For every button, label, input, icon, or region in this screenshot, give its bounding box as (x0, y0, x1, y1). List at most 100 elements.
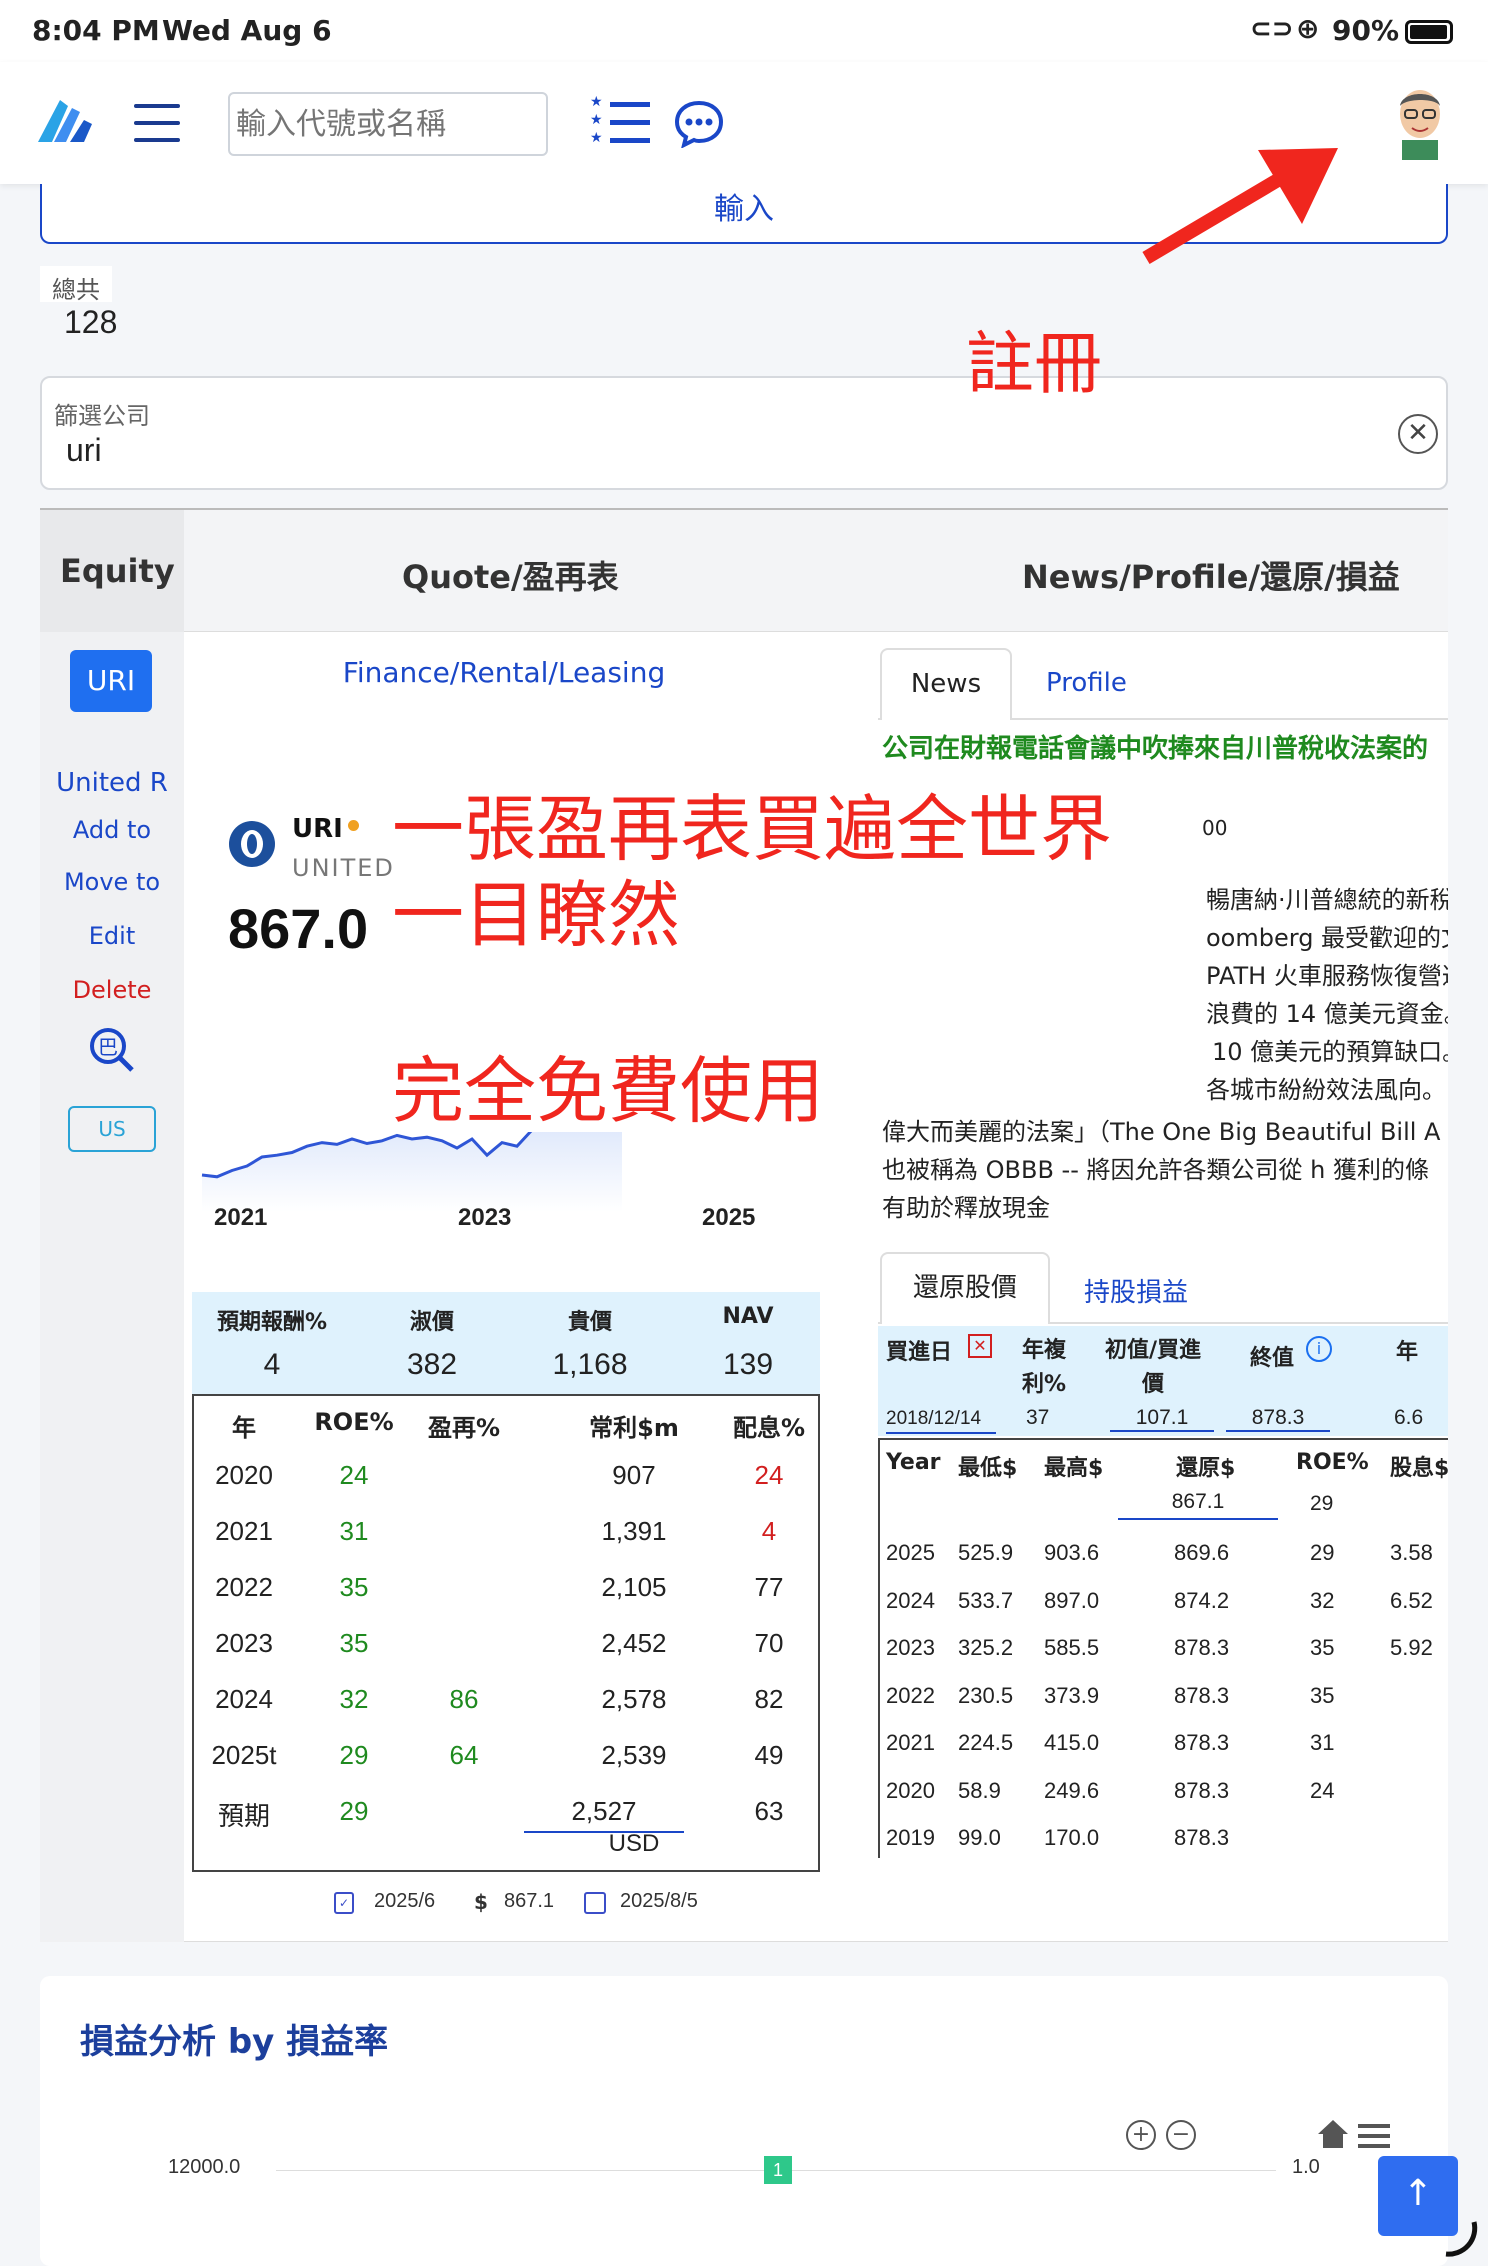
tab-news[interactable]: News (880, 648, 1012, 720)
buy-header: 年 (1396, 1340, 1419, 1365)
buy-header: 買進日 (886, 1340, 953, 1365)
register-annotation: 註冊 (966, 325, 1103, 404)
restore-table: Year 最低$ 最高$ 還原$ ROE% 股息$ 867.1 29 2025 5… (878, 1438, 1448, 1858)
info-icon[interactable]: i (1306, 1336, 1332, 1362)
pnl-y-left: 12000.0 (168, 2156, 241, 2178)
buy-price-input[interactable]: 107.1 (1110, 1406, 1214, 1432)
market-status-dot (348, 820, 359, 831)
user-avatar[interactable] (1392, 86, 1448, 160)
rotation-lock-icon: ⊕ (1296, 12, 1320, 45)
arrow-annotation-icon (1142, 148, 1338, 265)
news-line: 暢唐納·川普總統的新稅法 (1206, 886, 1448, 914)
filter-label: 篩選公司 (54, 402, 150, 430)
edit-link[interactable]: Edit (40, 922, 184, 950)
clear-filter-icon[interactable]: ✕ (1398, 414, 1438, 454)
quote-date: 2025/8/5 (620, 1890, 698, 1912)
restore-row: 2023 325.2 585.5 878.3 35 5.92 (886, 1635, 1433, 1660)
company-logo-icon (229, 821, 275, 867)
restore-header-row: Year 最低$ 最高$ 還原$ ROE% 股息$ (886, 1450, 1448, 1481)
news-line: PATH 火車服務恢復營運 (1206, 962, 1448, 990)
svg-text:巴: 巴 (98, 1035, 118, 1059)
restore-row: 2019 99.0 170.0 878.3 (886, 1825, 1230, 1850)
valuation-header: NAV (722, 1304, 774, 1329)
nav-value: 139 (722, 1348, 774, 1381)
expensive-price: 1,168 (552, 1348, 628, 1381)
tab-holding[interactable]: 持股損益 (1084, 1272, 1188, 1309)
col-equity[interactable]: Equity (60, 552, 175, 590)
status-bar: 8:04 PM Wed Aug 6 ⊂⊃ ⊕ 90% (0, 0, 1488, 62)
years-value: 6.6 (1394, 1406, 1424, 1429)
pnl-marker[interactable]: 1 (764, 2156, 792, 2184)
filter-field[interactable]: 篩選公司 uri ✕ (40, 376, 1448, 490)
yearly-header-row: 年 ROE% 盈再% 常利$m 配息% (232, 1408, 806, 1442)
chart-menu-icon[interactable] (1358, 2124, 1390, 2148)
quote-footer: ✓ 2025/6 $ 867.1 2025/8/5 (334, 1890, 754, 1922)
news-line: 10 億美元的預算缺口。 (1212, 1038, 1448, 1066)
current-restore-price: 867.1 (1118, 1490, 1278, 1520)
news-line: 也被稱為 OBBB -- 將因允許各類公司從 h 獲利的條 (882, 1156, 1429, 1184)
quote-name: UNITED (292, 854, 395, 882)
move-to-link[interactable]: Move to (40, 868, 184, 896)
company-link[interactable]: United R (40, 768, 184, 798)
zoom-out-icon[interactable]: − (1166, 2120, 1196, 2150)
col-news[interactable]: News/Profile/還原/損益 (1022, 552, 1400, 598)
news-line: oomberg 最受歡迎的文章 (1206, 924, 1448, 952)
end-value-input[interactable]: 878.3 (1226, 1406, 1330, 1432)
add-to-link[interactable]: Add to (40, 816, 184, 844)
yearly-row: 2023 35 2,452 70 (215, 1628, 784, 1658)
valuation-header: 淑價 (409, 1310, 454, 1335)
chat-icon[interactable] (674, 100, 724, 148)
valuation-header: 貴價 (567, 1310, 612, 1335)
yearly-row: 2025t 29 64 2,539 49 (211, 1740, 784, 1770)
expected-return: 4 (263, 1348, 281, 1381)
battery-icon (1405, 20, 1453, 44)
news-fragment: 00 (1202, 816, 1228, 840)
report-date: 2025/6 (374, 1890, 436, 1912)
reset-home-icon[interactable] (1316, 2118, 1350, 2150)
cagr-value: 37 (1026, 1406, 1050, 1429)
restore-row: 2022 230.5 373.9 878.3 35 (886, 1682, 1335, 1708)
ticker-button[interactable]: URI (70, 650, 152, 712)
cheap-price: 382 (406, 1348, 458, 1381)
tab-restore[interactable]: 還原股價 (880, 1252, 1050, 1324)
buy-header: 初值/買進價 (1104, 1338, 1202, 1397)
table-header: Equity Quote/盈再表 News/Profile/還原/損益 (40, 508, 1448, 632)
restore-row: 2021 224.5 415.0 878.3 31 (886, 1730, 1335, 1755)
calendar-icon (584, 1892, 606, 1914)
chart-year-2: 2023 (458, 1204, 512, 1231)
market-badge[interactable]: US (68, 1106, 156, 1152)
news-line: 浪費的 14 億美元資金。 (1206, 1000, 1448, 1028)
buy-header: 年複利% (1021, 1338, 1067, 1397)
zoom-in-icon[interactable]: + (1126, 2120, 1156, 2150)
pnl-card: 損益分析 by 損益率 + − 12000.0 1 1.0 (40, 1976, 1448, 2266)
app-logo-icon[interactable] (38, 96, 94, 146)
loading-spinner-icon (1445, 2221, 1478, 2257)
tab-profile[interactable]: Profile (1046, 668, 1127, 698)
sector-link[interactable]: Finance/Rental/Leasing (184, 656, 824, 689)
buy-header: 終值 (1250, 1346, 1295, 1371)
menu-icon[interactable] (134, 104, 180, 142)
watchlist-icon[interactable]: ★ ★ ★ (590, 94, 650, 146)
buy-date-input[interactable]: 2018/12/14 (886, 1408, 996, 1434)
valuation-header: 預期報酬% (216, 1310, 328, 1335)
buy-block: 買進日 ✕ 年複利% 初值/買進價 終值 i 年 2018/12/14 37 1… (878, 1326, 1448, 1436)
yearly-row: 2021 31 1,391 4 (215, 1516, 777, 1546)
restore-row: 2020 58.9 249.6 878.3 24 (886, 1777, 1335, 1803)
annotation-line-3: 完全免費使用 (392, 1049, 825, 1133)
news-line: 有助於釋放現金 (882, 1194, 1050, 1222)
analysis-search-icon[interactable]: 巴 (88, 1026, 138, 1072)
filter-value: uri (66, 432, 102, 468)
col-quote[interactable]: Quote/盈再表 (402, 552, 619, 598)
annotation-line-2: 一目瞭然 (392, 873, 681, 957)
clear-date-icon[interactable]: ✕ (968, 1334, 992, 1358)
report-icon: ✓ (334, 1892, 354, 1914)
valuation-block: 預期報酬% 淑價 貴價 NAV 4 382 1,168 139 (192, 1292, 820, 1394)
yearly-row: 2024 32 86 2,578 82 (215, 1684, 784, 1714)
restore-row: 2025 525.9 903.6 869.6 29 3.58 (886, 1540, 1433, 1565)
delete-link[interactable]: Delete (40, 976, 184, 1004)
link-icon: ⊂⊃ (1250, 14, 1294, 44)
search-input[interactable] (228, 92, 548, 156)
news-line: 各城市紛紛效法風向。「 (1206, 1076, 1448, 1104)
pnl-y-right: 1.0 (1292, 2156, 1320, 2178)
equity-sidebar: URI United R Add to Move to Edit Delete … (40, 632, 184, 1942)
